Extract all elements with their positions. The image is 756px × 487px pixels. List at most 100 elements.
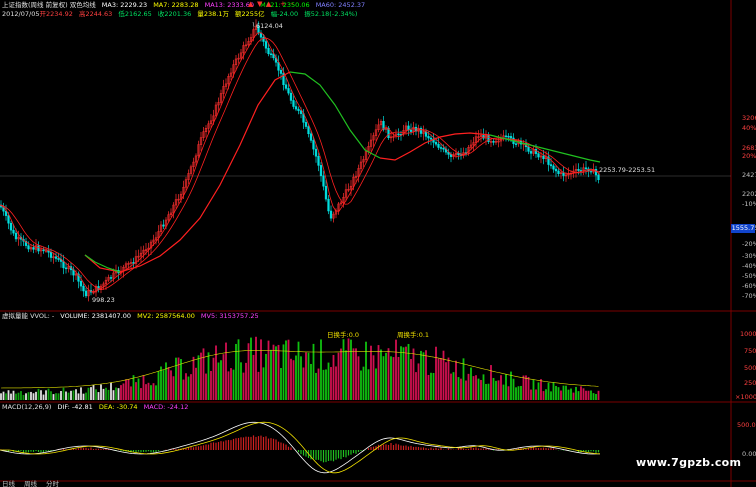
volume-bar [472,376,475,400]
volume-bar [562,385,565,400]
volume-bar [90,387,92,400]
candle-body [64,267,68,270]
volume-bar [400,346,402,400]
candle-body [319,165,323,177]
volume-bar [262,367,265,400]
volume-bar [547,382,550,400]
bottom-tab-2[interactable]: 周线 [24,479,38,487]
candle-body [552,165,555,170]
bottom-tab-1[interactable]: 日线 [2,479,16,487]
volume-bar [520,385,522,400]
candle-body [594,169,598,176]
volume-bar [227,371,230,400]
price-axis-label: 40% [742,124,756,132]
volume-bar [245,362,247,400]
candle-body [299,110,303,114]
volume-bar [382,356,385,400]
volume-bar [330,367,332,400]
volume-bar [232,369,235,400]
volume-bar [377,345,380,400]
volume-bar [0,393,2,400]
candle-body [557,170,560,174]
zoom-minus-icon[interactable]: - [291,0,294,8]
candle-body [529,151,533,154]
volume-bar [155,385,157,400]
volume-bar [302,367,305,400]
info-volume: 量238.1万 [197,10,229,18]
zoom-plus-icon[interactable]: + [280,0,286,8]
volume-bar [67,392,70,400]
volume-bar [197,355,200,400]
volume-bar [365,341,367,400]
price-axis-label: 2683 [742,144,756,152]
candle-body [309,133,313,141]
volume-bar [272,344,275,400]
volume-bar [57,393,60,400]
bottom-tab-3[interactable]: 分时 [46,479,60,487]
volume-bar [590,390,592,400]
volume-bar [225,342,227,400]
expand-up-icon[interactable]: ▲ [266,0,271,8]
info-high: 高2244.63 [78,10,113,18]
volume-bar [440,358,442,400]
candle-body [84,290,88,297]
volume-bar [305,352,307,400]
volume-bar [507,386,510,400]
volume-bar [200,352,202,400]
dif-value: DIF: -42.81 [57,403,93,411]
macd-axis-2: 0.00 [742,450,756,458]
volume-bar [142,375,145,400]
volume-bar [495,380,497,400]
volume-bar [55,393,57,400]
candle-body [12,229,15,234]
volume-bar [175,357,177,400]
chart-canvas[interactable]: 320640%268320%24272202-10%1555-20%-30%-4… [0,0,756,487]
volume-bar [275,346,277,400]
volume-bar [85,392,87,400]
volume-bar [455,360,457,400]
candle-body [27,245,30,250]
peak-annotation: 6124.04 [256,22,283,30]
volume-bar [137,378,140,400]
volume-bar [552,382,555,400]
ma60-value: MA60: 2452.37 [315,1,366,9]
volume-bar [310,363,312,400]
volume-bar [282,344,285,400]
candle-body [267,47,270,55]
candle-body [109,277,113,279]
volume-bar [375,368,377,400]
volume-bar [420,350,422,400]
dea-value: DEA: -30.74 [98,403,138,411]
volume-bar [220,360,222,400]
volume-bar [490,365,492,400]
price-axis-label: -10% [742,200,756,208]
volume-bar [340,348,342,400]
volume-bar [75,389,77,400]
candle-body [437,143,440,148]
volume-bar [247,343,250,400]
volume-bar [192,356,195,400]
price-axis-label: 3206 [742,114,756,122]
volume-bar [427,374,430,400]
volume-bar [497,380,500,400]
volume-bar [405,346,407,400]
volume-bar [172,376,175,400]
volume-bar [270,349,272,400]
volume-bar [60,391,62,400]
candle-body [264,41,268,49]
volume-bar [117,388,120,400]
ma3-value: MA3: 2229.23 [101,1,148,9]
collapse-down-icon[interactable]: ▼ [257,0,262,8]
volume-bar [317,368,320,400]
candle-body [442,147,445,150]
collapse-up-icon[interactable]: ▲ [248,0,253,8]
volume-bar [20,391,22,400]
candle-body [297,108,300,111]
volume-bar [350,339,352,400]
volume-bar [202,348,205,400]
volume-bar [167,367,170,400]
volume-bar [50,391,52,400]
volume-bar [555,385,557,400]
volume-bar [190,374,192,400]
volume-bar [285,340,287,400]
